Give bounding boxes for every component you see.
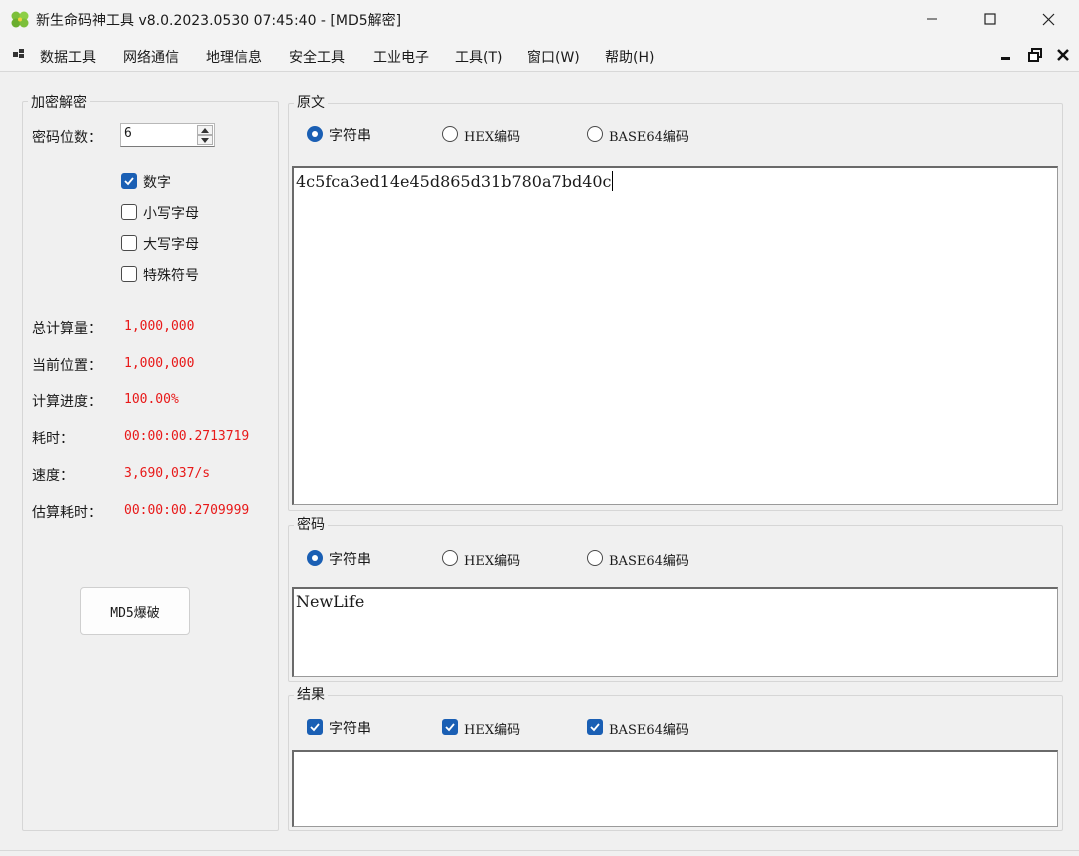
menu-security[interactable]: 安全工具 [289, 47, 345, 67]
close-button[interactable] [1019, 0, 1077, 38]
stat-total-value: 1,000,000 [124, 319, 195, 334]
password-digits-value[interactable]: 6 [124, 126, 132, 141]
password-base64-radio[interactable] [587, 550, 603, 566]
original-hex-label: HEX编码 [464, 130, 521, 145]
original-base64-radio[interactable] [587, 126, 603, 142]
lowercase-checkbox[interactable] [121, 204, 137, 220]
result-string-label: 字符串 [329, 721, 371, 737]
mdi-close-icon[interactable] [1054, 46, 1072, 64]
stat-speed-label: 速度： [32, 468, 74, 484]
menu-window[interactable]: 窗口(W) [527, 47, 580, 67]
stat-progress-label: 计算进度： [32, 394, 102, 410]
result-base64-checkbox[interactable] [587, 719, 603, 735]
password-digits-stepper[interactable]: 6 [120, 123, 215, 147]
special-symbols-label: 特殊符号 [143, 268, 199, 284]
window-bottom-edge [0, 850, 1079, 856]
stat-estimate-label: 估算耗时： [32, 505, 102, 521]
stat-position-label: 当前位置： [32, 358, 102, 374]
md5-crack-button[interactable]: MD5爆破 [80, 587, 190, 635]
stat-speed-value: 3,690,037/s [124, 466, 211, 481]
original-group-title: 原文 [294, 92, 328, 112]
menu-bar: 数据工具 网络通信 地理信息 安全工具 工业电子 工具(T) 窗口(W) 帮助(… [0, 38, 1079, 72]
result-string-checkbox[interactable] [307, 719, 323, 735]
menu-network[interactable]: 网络通信 [123, 47, 179, 67]
clover-icon [10, 9, 30, 29]
password-base64-label: BASE64编码 [609, 554, 689, 569]
original-string-radio[interactable] [307, 126, 323, 142]
uppercase-label: 大写字母 [143, 237, 199, 253]
digits-label: 数字 [143, 175, 171, 191]
uppercase-checkbox[interactable] [121, 235, 137, 251]
menu-geo[interactable]: 地理信息 [206, 47, 262, 67]
result-hex-label: HEX编码 [464, 723, 521, 738]
stat-progress-value: 100.00% [124, 392, 179, 407]
lowercase-label: 小写字母 [143, 206, 199, 222]
result-hex-checkbox[interactable] [442, 719, 458, 735]
spin-down-button[interactable] [197, 135, 213, 145]
maximize-button[interactable] [961, 0, 1019, 38]
menu-tools[interactable]: 工具(T) [455, 47, 502, 67]
result-group-title: 结果 [294, 684, 328, 704]
result-base64-label: BASE64编码 [609, 723, 689, 738]
original-textarea[interactable]: 4c5fca3ed14e45d865d31b780a7bd40c [292, 166, 1058, 505]
original-string-label: 字符串 [329, 128, 371, 144]
password-textarea[interactable]: NewLife [292, 587, 1058, 677]
stat-elapsed-label: 耗时： [32, 431, 74, 447]
minimize-button[interactable] [903, 0, 961, 38]
password-string-label: 字符串 [329, 552, 371, 568]
mdi-minimize-icon[interactable] [997, 46, 1015, 64]
text-caret [611, 171, 613, 191]
mdi-window-icon[interactable] [13, 48, 25, 64]
stat-estimate-value: 00:00:00.2709999 [124, 503, 250, 518]
password-digits-label: 密码位数： [32, 130, 102, 146]
window-title: 新生命码神工具 v8.0.2023.0530 07:45:40 - [MD5解密… [36, 13, 402, 29]
mdi-restore-icon[interactable] [1026, 46, 1044, 64]
digits-checkbox[interactable] [121, 173, 137, 189]
stat-position-value: 1,000,000 [124, 356, 195, 371]
original-base64-label: BASE64编码 [609, 130, 689, 145]
password-string-radio[interactable] [307, 550, 323, 566]
menu-help[interactable]: 帮助(H) [605, 47, 654, 67]
stat-total-label: 总计算量： [32, 321, 102, 337]
password-hex-label: HEX编码 [464, 554, 521, 569]
title-bar: 新生命码神工具 v8.0.2023.0530 07:45:40 - [MD5解密… [0, 0, 1079, 38]
original-hex-radio[interactable] [442, 126, 458, 142]
stat-elapsed-value: 00:00:00.2713719 [124, 429, 250, 444]
password-text: NewLife [296, 592, 365, 611]
result-textarea[interactable] [292, 750, 1058, 827]
original-text: 4c5fca3ed14e45d865d31b780a7bd40c [296, 172, 612, 191]
special-symbols-checkbox[interactable] [121, 266, 137, 282]
spin-up-button[interactable] [197, 125, 213, 135]
password-hex-radio[interactable] [442, 550, 458, 566]
menu-data-tools[interactable]: 数据工具 [40, 47, 96, 67]
menu-industrial[interactable]: 工业电子 [373, 47, 429, 67]
encrypt-decrypt-group-title: 加密解密 [28, 92, 90, 112]
password-group-title: 密码 [294, 514, 328, 534]
